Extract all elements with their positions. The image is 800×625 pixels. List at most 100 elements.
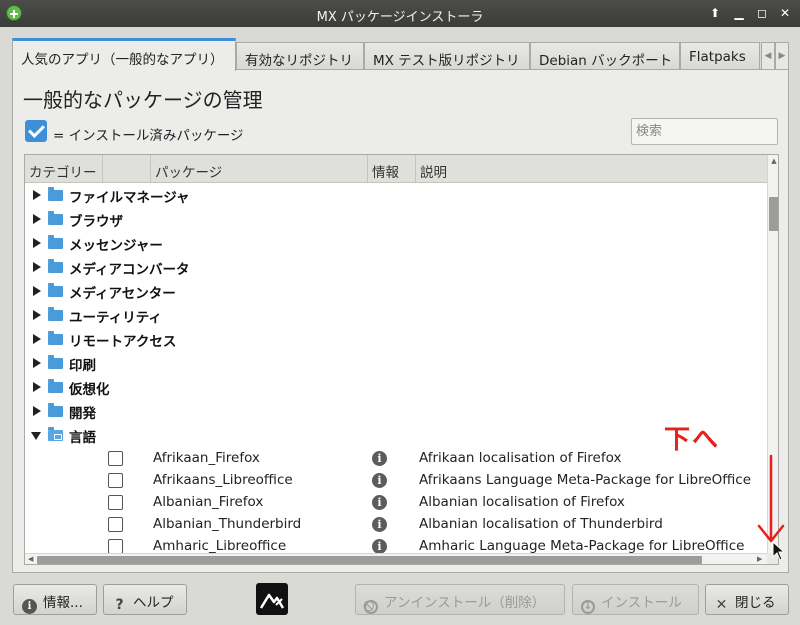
info-button-label: 情報... xyxy=(43,595,83,611)
tab-scroll-left[interactable]: ◀ xyxy=(761,42,775,70)
close-window-button[interactable]: ✕ xyxy=(776,4,794,22)
package-checkbox[interactable] xyxy=(108,495,123,510)
tab-popular-apps[interactable]: 人気のアプリ（一般的なアプリ） xyxy=(12,38,236,71)
tab-flatpaks[interactable]: Flatpaks xyxy=(680,42,760,70)
package-name: Albanian_Thunderbird xyxy=(153,516,302,532)
page-title: 一般的なパッケージの管理 xyxy=(23,88,263,112)
help-button-label: ヘルプ xyxy=(133,595,174,611)
package-checkbox[interactable] xyxy=(108,539,123,554)
expand-arrow-icon[interactable] xyxy=(33,334,41,344)
package-row[interactable]: Afrikaans_Libreoffice i Afrikaans Langua… xyxy=(25,469,767,493)
column-header-category[interactable]: カテゴリー xyxy=(25,155,103,182)
package-row[interactable]: Albanian_Thunderbird i Albanian localisa… xyxy=(25,513,767,537)
search-input[interactable] xyxy=(631,118,778,145)
folder-icon xyxy=(48,307,63,321)
help-button[interactable]: ? ヘルプ xyxy=(103,584,187,615)
package-description: Afrikaan localisation of Firefox xyxy=(419,450,622,466)
close-button-label: 閉じる xyxy=(735,595,776,611)
info-icon[interactable]: i xyxy=(372,451,387,466)
package-checkbox[interactable] xyxy=(108,517,123,532)
category-row[interactable]: 開発 xyxy=(25,399,767,423)
close-button[interactable]: ✕ 閉じる xyxy=(705,584,789,615)
package-checkbox[interactable] xyxy=(108,451,123,466)
category-row[interactable]: メッセンジャー xyxy=(25,231,767,255)
folder-icon xyxy=(48,331,63,345)
category-row-expanded[interactable]: 言語 xyxy=(25,423,767,447)
maximize-button[interactable]: ◻ xyxy=(753,4,771,22)
folder-icon xyxy=(48,379,63,393)
category-label: 仮想化 xyxy=(69,382,110,398)
category-row[interactable]: ユーティリティ xyxy=(25,303,767,327)
mx-logo-icon xyxy=(256,583,288,615)
tab-scroll-right[interactable]: ▶ xyxy=(775,42,789,70)
package-name: Afrikaan_Firefox xyxy=(153,450,260,466)
expand-arrow-icon[interactable] xyxy=(33,406,41,416)
category-row[interactable]: 仮想化 xyxy=(25,375,767,399)
category-label: ユーティリティ xyxy=(69,310,162,326)
scroll-up-icon[interactable]: ▲ xyxy=(768,157,778,165)
tab-mx-test-repo[interactable]: MX テスト版リポジトリ xyxy=(364,42,530,70)
category-label: 言語 xyxy=(69,430,96,446)
category-label: メディアコンバータ xyxy=(69,262,190,278)
install-icon: ↓ xyxy=(581,600,595,614)
category-label: 開発 xyxy=(69,406,96,422)
scroll-right-icon[interactable]: ▶ xyxy=(757,555,762,563)
vertical-scroll-thumb[interactable] xyxy=(769,197,778,231)
folder-icon xyxy=(48,235,63,249)
category-row[interactable]: 印刷 xyxy=(25,351,767,375)
keep-above-icon[interactable]: ⬆ xyxy=(706,4,724,22)
expand-arrow-icon[interactable] xyxy=(33,238,41,248)
package-description: Albanian localisation of Firefox xyxy=(419,494,625,510)
expand-arrow-icon[interactable] xyxy=(33,358,41,368)
install-button-label: インストール xyxy=(601,595,682,611)
package-name: Afrikaans_Libreoffice xyxy=(153,472,293,488)
package-row[interactable]: Afrikaan_Firefox i Afrikaan localisation… xyxy=(25,447,767,471)
category-label: リモートアクセス xyxy=(69,334,177,350)
expand-arrow-icon[interactable] xyxy=(33,382,41,392)
minimize-button[interactable]: ▁ xyxy=(730,4,748,22)
package-checkbox[interactable] xyxy=(108,473,123,488)
expand-arrow-icon[interactable] xyxy=(33,190,41,200)
horizontal-scrollbar[interactable]: ◀ ▶ xyxy=(25,553,767,564)
info-icon[interactable]: i xyxy=(372,517,387,532)
expand-arrow-icon[interactable] xyxy=(33,286,41,296)
package-description: Amharic Language Meta-Package for LibreO… xyxy=(419,538,745,554)
column-header-checkbox[interactable] xyxy=(103,155,151,182)
scroll-left-icon[interactable]: ◀ xyxy=(28,555,33,563)
category-label: 印刷 xyxy=(69,358,96,374)
category-row[interactable]: メディアコンバータ xyxy=(25,255,767,279)
column-header-description[interactable]: 説明 xyxy=(416,155,767,182)
mouse-cursor-icon xyxy=(772,541,786,561)
category-label: メッセンジャー xyxy=(69,238,163,254)
info-icon[interactable]: i xyxy=(372,495,387,510)
tab-debian-backports[interactable]: Debian バックポート xyxy=(530,42,680,70)
category-label: ファイルマネージャ xyxy=(69,190,190,206)
package-row[interactable]: Albanian_Firefox i Albanian localisation… xyxy=(25,491,767,515)
expand-arrow-icon[interactable] xyxy=(33,262,41,272)
category-row[interactable]: ブラウザ xyxy=(25,207,767,231)
category-row[interactable]: リモートアクセス xyxy=(25,327,767,351)
category-row[interactable]: ファイルマネージャ xyxy=(25,183,767,207)
info-icon[interactable]: i xyxy=(372,473,387,488)
folder-icon xyxy=(48,187,63,201)
horizontal-scroll-thumb[interactable] xyxy=(37,556,702,564)
column-header-info[interactable]: 情報 xyxy=(368,155,416,182)
window-title: MX パッケージインストーラ xyxy=(316,10,484,25)
folder-icon xyxy=(48,211,63,225)
folder-icon xyxy=(48,259,63,273)
column-header-package[interactable]: パッケージ xyxy=(151,155,368,182)
info-icon[interactable]: i xyxy=(372,539,387,554)
close-icon: ✕ xyxy=(715,597,728,613)
info-button[interactable]: i 情報... xyxy=(13,584,97,615)
uninstall-icon: ⃠ xyxy=(364,600,378,614)
uninstall-button[interactable]: ⃠ アンインストール（削除） xyxy=(355,584,565,615)
package-tree[interactable]: カテゴリー パッケージ 情報 説明 ファイルマネージャ ブラウザ メッセンジャー… xyxy=(24,154,779,565)
expand-arrow-icon[interactable] xyxy=(33,310,41,320)
package-name: Albanian_Firefox xyxy=(153,494,264,510)
expand-arrow-icon[interactable] xyxy=(33,214,41,224)
category-row[interactable]: メディアセンター xyxy=(25,279,767,303)
install-button[interactable]: ↓ インストール xyxy=(572,584,699,615)
installed-check-icon xyxy=(25,120,47,142)
tab-enabled-repos[interactable]: 有効なリポジトリ xyxy=(236,42,364,70)
collapse-arrow-icon[interactable] xyxy=(31,432,41,440)
